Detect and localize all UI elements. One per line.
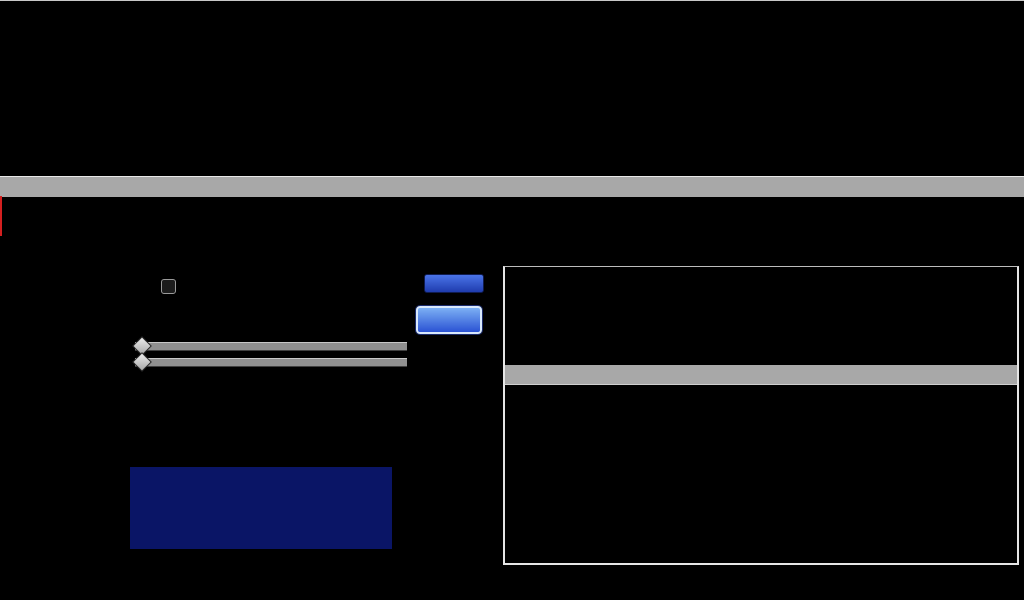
af-waterfall[interactable] xyxy=(505,267,1017,365)
freqmgr-button[interactable] xyxy=(424,274,484,293)
display-controls-bottom xyxy=(0,568,1024,600)
lo-row xyxy=(136,271,181,302)
tune-row xyxy=(136,302,180,333)
dsp-panel xyxy=(130,467,392,549)
volume-slider[interactable] xyxy=(135,339,407,352)
phase-dial xyxy=(402,455,498,563)
tune-cursor[interactable] xyxy=(0,196,2,236)
af-display-stack xyxy=(503,266,1019,565)
af-spectrum[interactable] xyxy=(505,384,1017,563)
rf-waterfall[interactable] xyxy=(0,0,1024,177)
rf-frequency-scale[interactable] xyxy=(0,176,1024,197)
af-frequency-scale[interactable] xyxy=(505,365,1017,384)
hdsdr-window xyxy=(0,0,1024,600)
af-spectrum-canvas[interactable] xyxy=(505,385,1017,563)
agc-threshold-slider[interactable] xyxy=(135,355,407,368)
lo-auto-badge[interactable] xyxy=(161,279,176,294)
rf-overview-canvas[interactable] xyxy=(0,196,1024,236)
rf-overview-spectrum[interactable] xyxy=(0,196,1024,236)
extio-button[interactable] xyxy=(416,306,482,334)
